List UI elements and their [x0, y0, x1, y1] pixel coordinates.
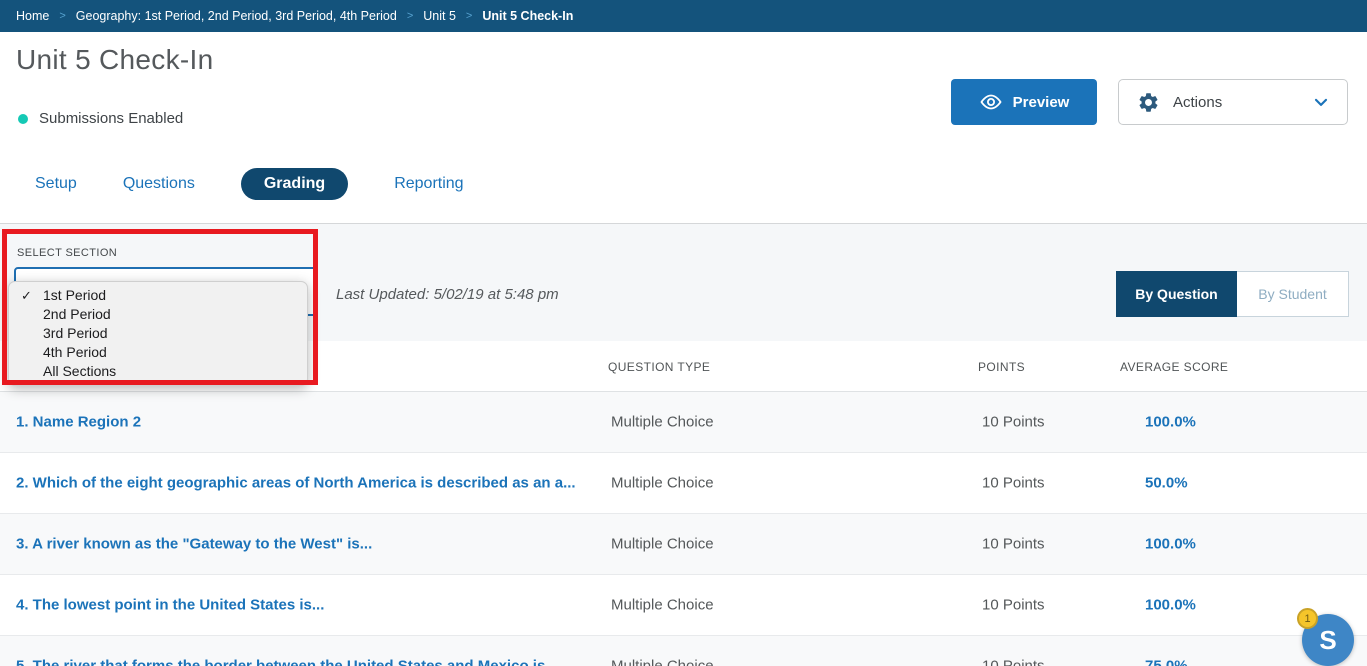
average-score-link[interactable]: 50.0% [1145, 475, 1188, 492]
questions-table: 1. Name Region 2 Multiple Choice 10 Points… [0, 392, 1367, 666]
dropdown-option[interactable]: 3rd Period [9, 324, 307, 343]
actions-button[interactable]: Actions [1118, 79, 1348, 125]
dropdown-option[interactable]: 4th Period [9, 343, 307, 362]
question-link[interactable]: 4. The lowest point in the United States… [16, 597, 324, 614]
breadcrumb-item[interactable]: Home [16, 9, 49, 23]
question-type: Multiple Choice [611, 475, 714, 492]
section-dropdown-menu: ✓ 1st Period 2nd Period 3rd Period 4th Perio… [8, 281, 308, 386]
dropdown-option[interactable]: All Sections [9, 362, 307, 381]
dropdown-option-label: 1st Period [43, 287, 106, 303]
actions-button-label: Actions [1173, 94, 1311, 111]
points: 10 Points [982, 414, 1045, 431]
question-type: Multiple Choice [611, 597, 714, 614]
dropdown-option-label: 4th Period [43, 344, 107, 360]
preview-button-label: Preview [1013, 94, 1070, 111]
breadcrumb-item[interactable]: Unit 5 Check-In [482, 9, 573, 23]
by-question-toggle[interactable]: By Question [1116, 271, 1237, 317]
average-score-link[interactable]: 100.0% [1145, 414, 1196, 431]
question-link[interactable]: 5. The river that forms the border betwe… [16, 658, 558, 666]
grading-page: Home > Geography: 1st Period, 2nd Period, … [0, 0, 1367, 666]
average-score-link[interactable]: 75.0% [1145, 658, 1188, 666]
column-header-points: POINTS [978, 360, 1025, 374]
average-score-link[interactable]: 100.0% [1145, 597, 1196, 614]
page-title: Unit 5 Check-In [16, 44, 213, 76]
gear-icon [1137, 91, 1160, 114]
question-link[interactable]: 2. Which of the eight geographic areas o… [16, 475, 576, 492]
points: 10 Points [982, 536, 1045, 553]
status-label: Submissions Enabled [39, 110, 183, 127]
breadcrumb-separator: > [466, 10, 472, 22]
question-link[interactable]: 3. A river known as the "Gateway to the … [16, 536, 372, 553]
status-dot-icon [18, 114, 28, 124]
breadcrumb-separator: > [59, 10, 65, 22]
tab-reporting[interactable]: Reporting [394, 175, 463, 193]
table-row: 1. Name Region 2 Multiple Choice 10 Points… [0, 392, 1367, 453]
tab-grading[interactable]: Grading [241, 168, 348, 200]
tab-setup[interactable]: Setup [35, 175, 77, 193]
chevron-down-icon [1311, 92, 1331, 112]
eye-icon [979, 90, 1003, 114]
table-row: 3. A river known as the "Gateway to the … [0, 514, 1367, 575]
question-type: Multiple Choice [611, 414, 714, 431]
average-score-link[interactable]: 100.0% [1145, 536, 1196, 553]
points: 10 Points [982, 658, 1045, 666]
tab-bar: Setup Questions Grading Reporting [35, 167, 464, 201]
dropdown-option[interactable]: ✓ 1st Period [9, 286, 307, 305]
tab-questions[interactable]: Questions [123, 175, 195, 193]
dropdown-option-label: All Sections [43, 363, 116, 379]
dropdown-option-label: 2nd Period [43, 306, 111, 322]
column-header-average-score: AVERAGE SCORE [1120, 360, 1228, 374]
points: 10 Points [982, 475, 1045, 492]
breadcrumb: Home > Geography: 1st Period, 2nd Period, … [0, 0, 1367, 32]
table-row: 4. The lowest point in the United States… [0, 575, 1367, 636]
question-type: Multiple Choice [611, 658, 714, 666]
column-header-question-type: QUESTION TYPE [608, 360, 710, 374]
chat-notification-badge: 1 [1297, 608, 1318, 629]
breadcrumb-separator: > [407, 10, 413, 22]
by-student-toggle[interactable]: By Student [1237, 271, 1349, 317]
dropdown-option-label: 3rd Period [43, 325, 108, 341]
view-toggle: By Question By Student [1116, 271, 1349, 317]
table-row: 2. Which of the eight geographic areas o… [0, 453, 1367, 514]
last-updated-text: Last Updated: 5/02/19 at 5:48 pm [336, 286, 559, 303]
breadcrumb-item[interactable]: Geography: 1st Period, 2nd Period, 3rd P… [76, 9, 397, 23]
dropdown-option[interactable]: 2nd Period [9, 305, 307, 324]
question-link[interactable]: 1. Name Region 2 [16, 414, 141, 431]
checkmark-icon: ✓ [21, 286, 32, 305]
breadcrumb-item[interactable]: Unit 5 [423, 9, 456, 23]
select-section-label: SELECT SECTION [17, 247, 117, 259]
question-type: Multiple Choice [611, 536, 714, 553]
table-row: 5. The river that forms the border betwe… [0, 636, 1367, 666]
preview-button[interactable]: Preview [951, 79, 1097, 125]
status-badge: Submissions Enabled [18, 110, 183, 127]
points: 10 Points [982, 597, 1045, 614]
